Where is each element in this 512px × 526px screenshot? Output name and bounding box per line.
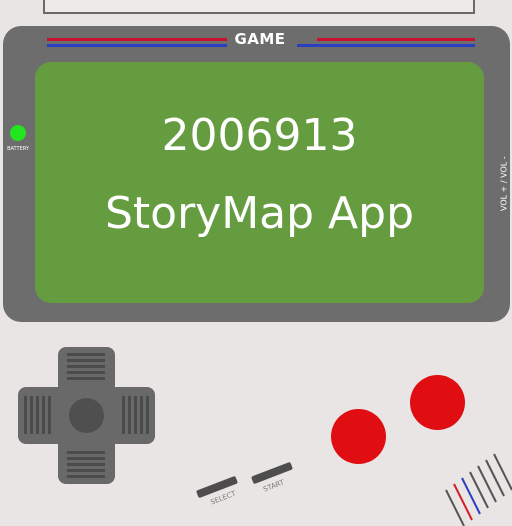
screen-title-app: StoryMap App bbox=[104, 188, 415, 239]
start-button[interactable] bbox=[250, 461, 294, 485]
dpad-left-button[interactable] bbox=[24, 396, 51, 434]
top-frame bbox=[43, 0, 475, 14]
screen-title-number: 2006913 bbox=[161, 110, 358, 161]
header-stripe-right-blue bbox=[297, 44, 475, 47]
battery-label: BATTERY bbox=[7, 146, 29, 152]
dpad[interactable] bbox=[18, 347, 155, 484]
dpad-right-button[interactable] bbox=[122, 396, 149, 434]
start-label: START bbox=[262, 478, 286, 494]
volume-label: VOL + / VOL - bbox=[499, 156, 509, 212]
header-stripe-right-red bbox=[317, 38, 475, 41]
dpad-down-button[interactable] bbox=[67, 451, 105, 478]
header-stripe-left-blue bbox=[47, 44, 227, 47]
battery-led-icon bbox=[10, 125, 26, 141]
header-stripe-left-red bbox=[47, 38, 227, 41]
dpad-center-icon bbox=[69, 398, 104, 433]
speaker-grille-icon bbox=[445, 453, 512, 526]
a-button[interactable] bbox=[410, 375, 465, 430]
dpad-up-button[interactable] bbox=[67, 353, 105, 380]
b-button[interactable] bbox=[331, 409, 386, 464]
game-screen: 2006913 StoryMap App bbox=[35, 62, 484, 303]
game-header-label: GAME bbox=[234, 30, 286, 48]
